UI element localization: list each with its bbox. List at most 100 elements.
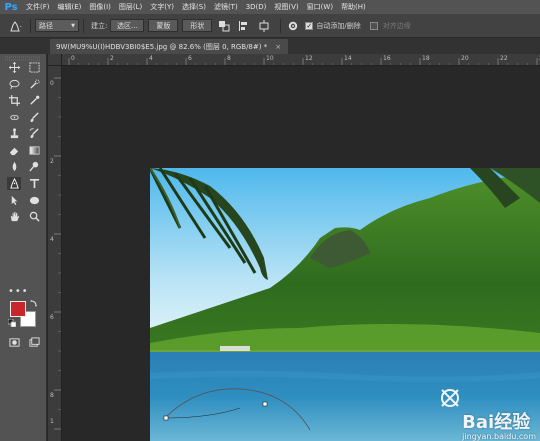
ruler-label: 14: [344, 55, 352, 62]
ellipse-tool[interactable]: [27, 194, 41, 207]
ruler-label: 18: [422, 55, 430, 62]
ruler-label: 6: [188, 55, 192, 62]
document-tab-bar: 9W(MU9%U(I)HDBV3BI0$E5.jpg @ 82.6% (图层 0…: [0, 38, 540, 54]
swap-colors-icon[interactable]: [30, 299, 38, 307]
menu-type[interactable]: 文字(Y): [146, 2, 178, 12]
menu-select[interactable]: 选择(S): [178, 2, 210, 12]
ruler-label: 6: [50, 314, 54, 321]
marquee-tool[interactable]: [27, 61, 41, 74]
mode-select[interactable]: 路径 ▼: [35, 19, 79, 32]
ruler-label: 0: [50, 80, 54, 87]
ruler-label: 0: [71, 55, 75, 62]
pen-tool-icon: [10, 20, 22, 31]
clone-stamp-tool[interactable]: [7, 127, 21, 140]
type-tool[interactable]: [27, 177, 41, 190]
menu-layer[interactable]: 图层(L): [115, 2, 146, 12]
gear-icon[interactable]: [285, 19, 301, 33]
stamp-icon: [10, 128, 18, 139]
ruler-label: 1: [50, 418, 54, 425]
hand-tool[interactable]: [7, 210, 21, 223]
path-operations-icon[interactable]: [216, 19, 232, 33]
ruler-origin[interactable]: [48, 54, 62, 66]
close-icon[interactable]: ×: [275, 43, 281, 51]
eraser-icon: [9, 147, 18, 156]
foreground-color-swatch[interactable]: [10, 301, 26, 317]
menu-filter[interactable]: 滤镜(T): [210, 2, 242, 12]
menu-file[interactable]: 文件(F): [22, 2, 54, 12]
ruler-label: 22: [500, 55, 508, 62]
selection-button[interactable]: 选区...: [110, 19, 145, 32]
more-tools-icon[interactable]: •••: [8, 286, 29, 297]
bandage-icon: [9, 115, 19, 120]
menu-3d[interactable]: 3D(D): [242, 3, 271, 11]
options-bar: 路径 ▼ 建立: 选区... 蒙版 形状 ✓ 自动添加/删除 对齐边缘: [0, 14, 540, 38]
ruler-label: 20: [461, 55, 469, 62]
vertical-ruler[interactable]: 0 2 4 6 8 1: [48, 66, 62, 441]
align-edges-checkbox[interactable]: [369, 21, 378, 30]
quick-mask-toggle[interactable]: [7, 336, 21, 349]
type-icon: [29, 179, 39, 189]
ruler-label: 8: [50, 392, 54, 399]
mask-button[interactable]: 蒙版: [148, 19, 179, 32]
menu-view[interactable]: 视图(V): [270, 2, 302, 12]
ruler-label: 12: [305, 55, 313, 62]
horizontal-ruler[interactable]: 0 2 4 6 8 10 12 14 16 18 20 22 24: [62, 54, 540, 66]
history-brush-icon: [28, 128, 39, 139]
photoshop-window: Ps 文件(F) 编辑(E) 图像(I) 图层(L) 文字(Y) 选择(S) 滤…: [0, 0, 540, 441]
dodge-icon: [28, 161, 38, 172]
dodge-tool[interactable]: [27, 160, 41, 173]
pen-tool[interactable]: [7, 177, 21, 190]
menu-image[interactable]: 图像(I): [85, 2, 115, 12]
lasso-tool[interactable]: [7, 78, 21, 91]
eraser-tool[interactable]: [7, 144, 21, 157]
zoom-icon: [29, 211, 40, 222]
gradient-tool[interactable]: [27, 144, 41, 157]
document-tab[interactable]: 9W(MU9%U(I)HDBV3BI0$E5.jpg @ 82.6% (图层 0…: [50, 39, 288, 54]
watermark-main: Bai经验: [462, 412, 531, 433]
divider: [280, 18, 282, 33]
mode-value: 路径: [39, 21, 53, 30]
eyedropper-tool[interactable]: [27, 94, 41, 107]
auto-add-delete-checkbox[interactable]: ✓: [305, 21, 314, 30]
move-tool[interactable]: [7, 61, 21, 74]
baidu-watermark: Bai经验 jingyan.baidu.com: [462, 408, 536, 441]
blur-tool[interactable]: [7, 160, 21, 173]
path-arrangement-icon[interactable]: [256, 19, 272, 33]
path-selection-tool[interactable]: [7, 194, 21, 207]
chevron-down-icon: ▼: [71, 22, 75, 29]
crop-icon: [8, 95, 20, 106]
tool-preset-picker[interactable]: [4, 18, 26, 34]
history-brush-tool[interactable]: [27, 127, 41, 140]
quick-selection-tool[interactable]: [27, 78, 41, 91]
default-colors-icon[interactable]: [8, 319, 16, 327]
menu-help[interactable]: 帮助(H): [337, 2, 370, 12]
screen-mode-toggle[interactable]: [27, 336, 41, 349]
marquee-icon: [28, 62, 40, 73]
ruler-label: 4: [149, 55, 153, 62]
menu-bar: Ps 文件(F) 编辑(E) 图像(I) 图层(L) 文字(Y) 选择(S) 滤…: [0, 0, 540, 14]
brush-icon: [30, 112, 39, 123]
ruler-label: 4: [50, 236, 54, 243]
align-edges-label: 对齐边缘: [382, 21, 411, 30]
document-title: 9W(MU9%U(I)HDBV3BI0$E5.jpg @ 82.6% (图层 0…: [56, 42, 268, 51]
ruler-ticks: [54, 77, 61, 430]
menu-window[interactable]: 窗口(W): [303, 2, 337, 12]
healing-brush-tool[interactable]: [7, 111, 21, 124]
screen-mode-icon: [28, 337, 40, 347]
menu-edit[interactable]: 编辑(E): [54, 2, 86, 12]
arrow-icon: [11, 195, 17, 206]
divider: [83, 18, 84, 33]
ruler-label: 8: [227, 55, 231, 62]
zoom-tool[interactable]: [27, 210, 41, 223]
ellipse-icon: [29, 196, 39, 205]
gradient-icon: [28, 146, 40, 155]
brush-tool[interactable]: [27, 111, 41, 124]
auto-add-delete-label: 自动添加/删除: [316, 21, 361, 30]
shape-button[interactable]: 形状: [182, 19, 213, 32]
crop-tool[interactable]: [7, 94, 21, 107]
tools-panel: •••: [0, 54, 47, 441]
path-alignment-icon[interactable]: [236, 19, 252, 33]
landscape-photo: [150, 168, 540, 441]
document-image[interactable]: Bai经验 jingyan.baidu.com: [150, 168, 540, 441]
make-label: 建立:: [91, 21, 108, 30]
